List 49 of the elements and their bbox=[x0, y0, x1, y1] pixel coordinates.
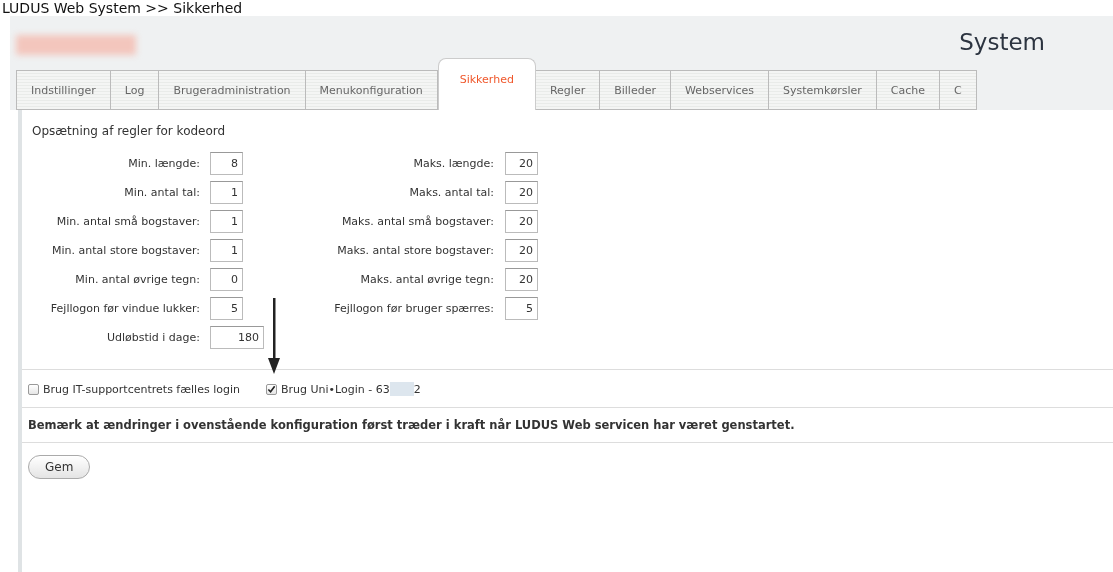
tab[interactable]: Webservices bbox=[670, 70, 770, 110]
tab[interactable]: Log bbox=[110, 70, 160, 110]
field-label: Maks. antal store bogstaver: bbox=[337, 244, 494, 257]
field-label: Min. længde: bbox=[128, 157, 200, 170]
form-title: Opsætning af regler for kodeord bbox=[31, 124, 227, 138]
tab[interactable]: C bbox=[940, 70, 977, 110]
field-label: Maks. antal øvrige tegn: bbox=[360, 273, 494, 286]
checkbox[interactable] bbox=[265, 383, 277, 395]
input-field[interactable]: 5 bbox=[210, 297, 243, 320]
checkbox-label: Brug IT-supportcentrets fælles login bbox=[43, 382, 240, 396]
checkbox-label: Brug Uni•Login - 63 bbox=[280, 382, 390, 396]
field-label: Udløbstid i dage: bbox=[106, 331, 200, 344]
input-field[interactable]: 5 bbox=[505, 297, 538, 320]
field-label: Fejllogon før bruger spærres: bbox=[334, 302, 494, 315]
input-field[interactable]: 8 bbox=[210, 152, 243, 175]
input-field[interactable]: 20 bbox=[505, 210, 538, 233]
input-field[interactable]: 1 bbox=[210, 210, 243, 233]
field-label: Min. antal små bogstaver: bbox=[56, 215, 200, 228]
input-field[interactable]: 0 bbox=[210, 268, 243, 291]
field-label: Min. antal tal: bbox=[124, 186, 200, 199]
checkbox[interactable] bbox=[28, 383, 39, 395]
input-field[interactable]: 20 bbox=[505, 152, 538, 175]
field-label: Fejllogon før vindue lukker: bbox=[50, 302, 200, 315]
save-button[interactable]: Gem bbox=[28, 455, 91, 479]
section-heading: System bbox=[959, 29, 1045, 55]
tab[interactable]: Billeder bbox=[600, 70, 671, 110]
page-title: LUDUS Web System >> Sikkerhed bbox=[1, 0, 244, 16]
input-field[interactable]: 1 bbox=[210, 239, 243, 262]
checkbox-label: 2 bbox=[413, 382, 421, 396]
field-label: Maks. antal små bogstaver: bbox=[341, 215, 494, 228]
field-label: Min. antal øvrige tegn: bbox=[75, 273, 200, 286]
input-field[interactable]: 20 bbox=[505, 268, 538, 291]
down-arrow-icon bbox=[267, 298, 280, 374]
tab[interactable]: Brugeradministration bbox=[159, 70, 306, 110]
input-field[interactable]: 180 bbox=[210, 326, 264, 349]
input-field[interactable]: 1 bbox=[210, 181, 243, 204]
blurred-digits bbox=[389, 382, 414, 396]
input-field[interactable]: 20 bbox=[505, 181, 538, 204]
tab[interactable]: Systemkørsler bbox=[769, 70, 877, 110]
tab[interactable]: Sikkerhed bbox=[437, 58, 536, 110]
tab[interactable]: Indstillinger bbox=[16, 70, 111, 110]
field-label: Maks. længde: bbox=[413, 157, 494, 170]
field-label: Min. antal store bogstaver: bbox=[52, 244, 200, 257]
tab[interactable]: Cache bbox=[876, 70, 940, 110]
tab[interactable]: Regler bbox=[535, 70, 601, 110]
input-field[interactable]: 20 bbox=[505, 239, 538, 262]
notice-text: Bemærk at ændringer i ovenstående konfiguration først træder i kraft når LUDUS Web servicen har været genstartet. bbox=[27, 417, 796, 434]
field-label: Maks. antal tal: bbox=[409, 186, 494, 199]
tab[interactable]: Menukonfiguration bbox=[305, 70, 438, 110]
